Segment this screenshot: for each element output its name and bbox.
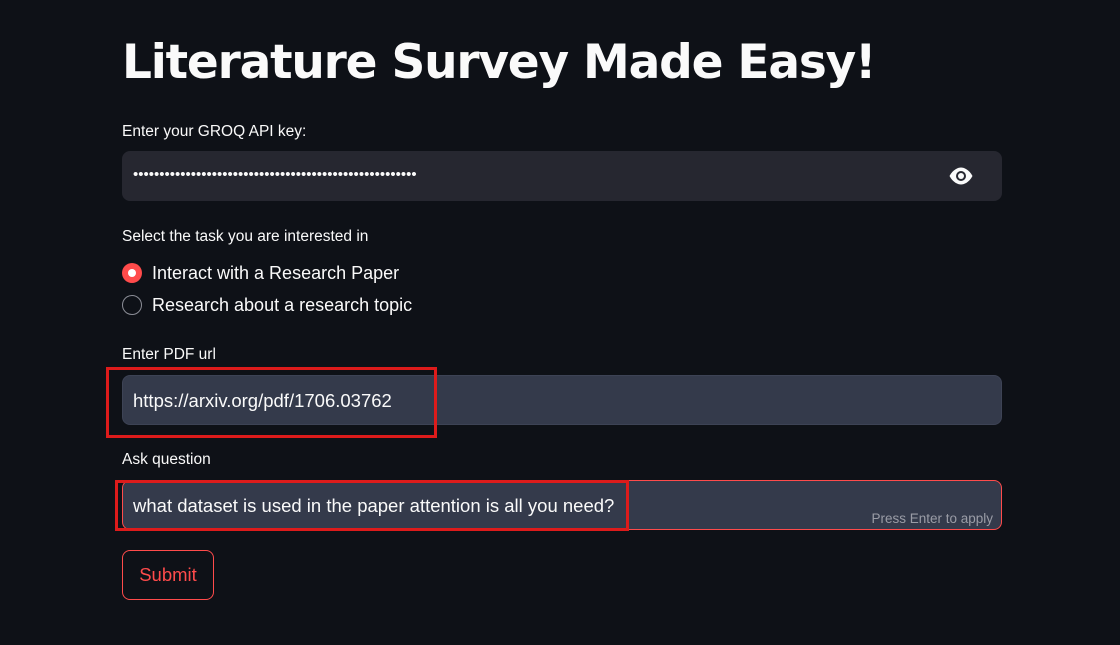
pdf-url-input[interactable]: https://arxiv.org/pdf/1706.03762 xyxy=(122,375,1002,425)
page-title: Literature Survey Made Easy! xyxy=(122,35,876,90)
pdf-url-label: Enter PDF url xyxy=(122,346,216,363)
radio-selected-icon[interactable] xyxy=(122,263,142,283)
api-key-masked-value[interactable]: ••••••••••••••••••••••••••••••••••••••••… xyxy=(133,165,478,185)
submit-button[interactable]: Submit xyxy=(122,550,214,600)
task-label: Select the task you are interested in xyxy=(122,228,369,245)
radio-option-research-topic[interactable]: Research about a research topic xyxy=(122,293,412,317)
press-enter-hint: Press Enter to apply xyxy=(871,511,993,526)
radio-label-research-topic[interactable]: Research about a research topic xyxy=(152,295,412,316)
pdf-url-value[interactable]: https://arxiv.org/pdf/1706.03762 xyxy=(133,389,392,413)
api-key-field[interactable]: ••••••••••••••••••••••••••••••••••••••••… xyxy=(122,151,1002,201)
api-key-label: Enter your GROQ API key: xyxy=(122,123,307,140)
question-label: Ask question xyxy=(122,451,211,468)
radio-unselected-icon[interactable] xyxy=(122,295,142,315)
eye-icon[interactable] xyxy=(948,167,974,185)
radio-label-interact-paper[interactable]: Interact with a Research Paper xyxy=(152,263,399,284)
question-input[interactable]: what dataset is used in the paper attent… xyxy=(122,480,1002,530)
radio-option-interact-paper[interactable]: Interact with a Research Paper xyxy=(122,261,399,285)
question-value[interactable]: what dataset is used in the paper attent… xyxy=(133,494,614,518)
